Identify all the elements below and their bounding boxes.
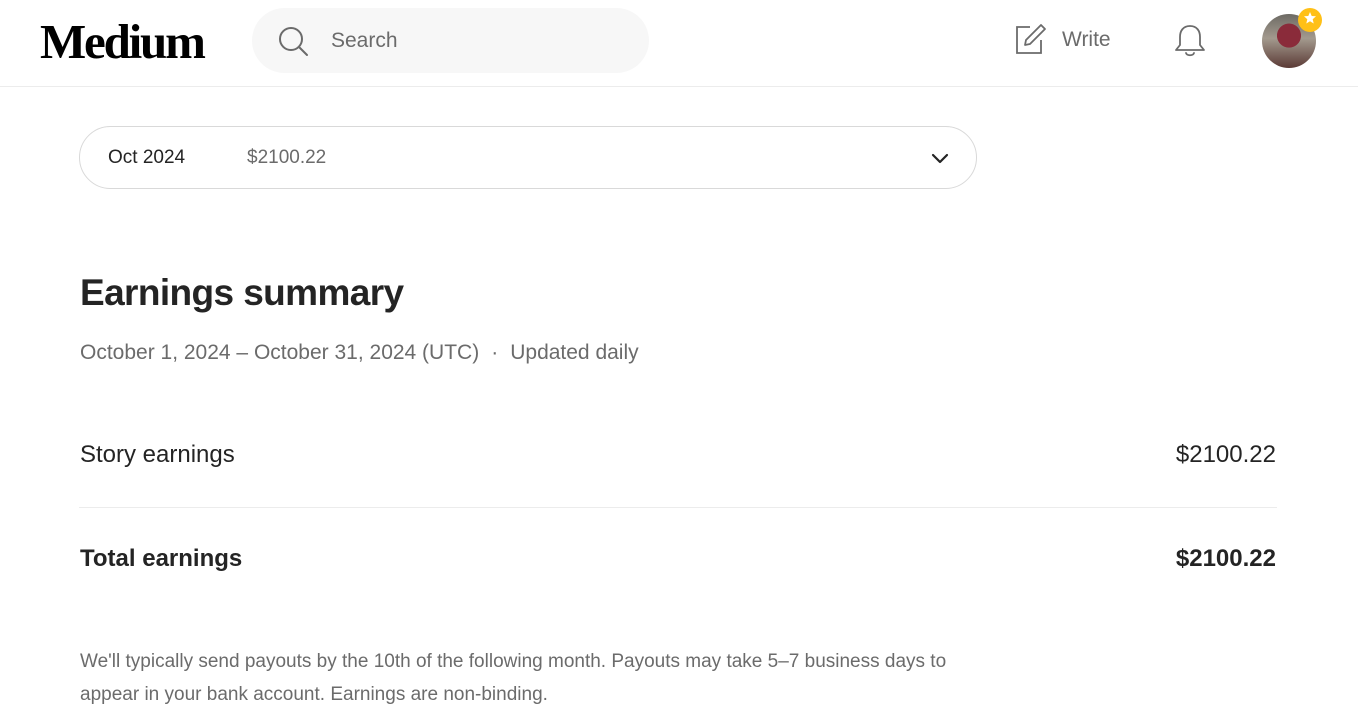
story-earnings-value: $2100.22 bbox=[1175, 441, 1276, 468]
bell-icon bbox=[1170, 25, 1210, 64]
medium-logo[interactable]: Medium bbox=[40, 14, 206, 70]
search-icon bbox=[276, 24, 310, 58]
update-note: Updated daily bbox=[510, 341, 639, 364]
date-range: October 1, 2024 – October 31, 2024 (UTC) bbox=[80, 341, 480, 364]
total-earnings-value: $2100.22 bbox=[1175, 545, 1276, 572]
write-button[interactable]: Write bbox=[1012, 20, 1111, 60]
story-earnings-label: Story earnings bbox=[80, 441, 235, 468]
date-range-line: October 1, 2024 – October 31, 2024 (UTC)… bbox=[80, 341, 639, 365]
separator-dot: · bbox=[491, 341, 499, 364]
total-earnings-label: Total earnings bbox=[80, 545, 243, 572]
divider bbox=[79, 507, 1277, 508]
member-badge bbox=[1298, 8, 1322, 32]
month-selector-dropdown[interactable]: Oct 2024 $2100.22 bbox=[79, 126, 977, 189]
top-navigation-bar: Medium Write bbox=[0, 0, 1358, 87]
notifications-button[interactable] bbox=[1170, 20, 1210, 60]
write-label: Write bbox=[1062, 28, 1111, 51]
pencil-square-icon bbox=[1012, 22, 1048, 58]
selected-month: Oct 2024 bbox=[108, 147, 186, 168]
payout-footnote: We'll typically send payouts by the 10th… bbox=[80, 651, 947, 705]
chevron-down-icon bbox=[928, 146, 952, 170]
user-menu-button[interactable] bbox=[1262, 8, 1322, 70]
search-input[interactable] bbox=[331, 24, 621, 58]
page-title: Earnings summary bbox=[80, 272, 404, 313]
search-box[interactable] bbox=[252, 8, 649, 73]
selected-month-amount: $2100.22 bbox=[247, 147, 327, 168]
star-icon bbox=[1303, 11, 1317, 30]
